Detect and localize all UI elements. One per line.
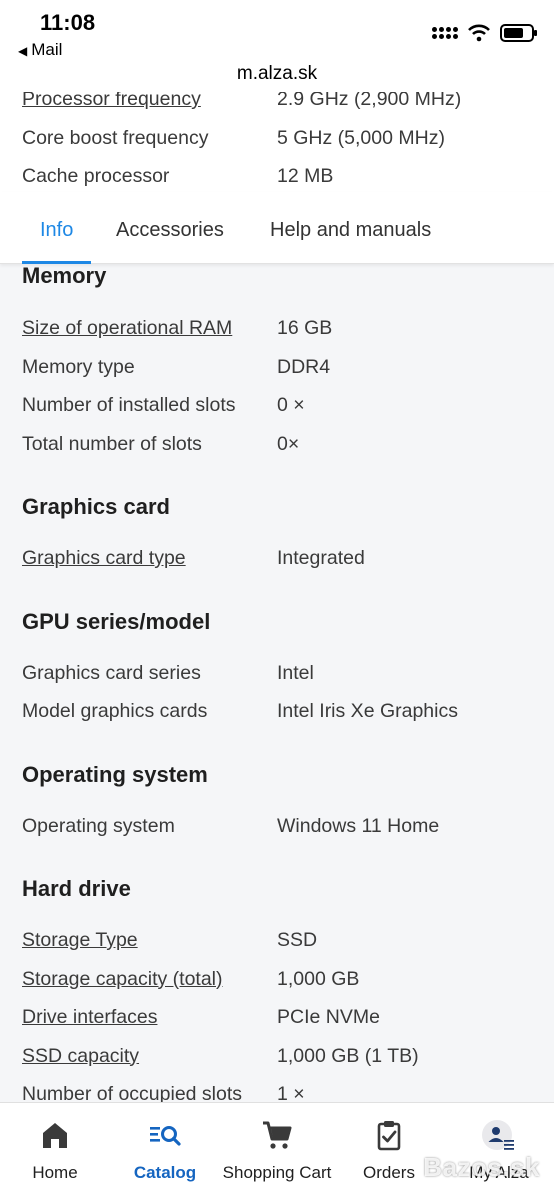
nav-catalog[interactable]: Catalog <box>110 1103 220 1200</box>
spec-value: PCIe NVMe <box>277 1006 380 1028</box>
battery-icon <box>500 24 537 42</box>
user-menu-icon <box>482 1120 514 1150</box>
nav-label: Catalog <box>133 1163 197 1182</box>
spec-value: 5 GHz (5,000 MHz) <box>277 126 445 149</box>
section-title-operating-system: Operating system <box>22 761 208 787</box>
section-title-gpu-series: GPU series/model <box>22 608 211 634</box>
signal-icon <box>432 27 458 39</box>
spec-value: Intel <box>277 661 314 684</box>
section-title-hard-drive: Hard drive <box>22 876 131 901</box>
catalog-search-icon <box>150 1126 181 1146</box>
spec-row: Total number of slots 0× <box>0 425 554 464</box>
spec-label-link[interactable]: Processor frequency <box>22 92 201 119</box>
spec-label-link[interactable]: Storage capacity (total) <box>22 960 223 999</box>
spec-label: Memory type <box>22 355 135 378</box>
spec-label: Total number of slots <box>22 432 202 455</box>
tab-info[interactable]: Info <box>21 192 92 264</box>
status-bar: 11:08 ◀ Mail m.alza.sk <box>0 0 554 92</box>
spec-label-link[interactable]: SSD capacity <box>22 1037 139 1076</box>
nav-label: Home <box>32 1163 78 1182</box>
spec-row: Number of occupied slots 1 × <box>0 1075 554 1102</box>
spec-row: Core boost frequency 5 GHz (5,000 MHz) <box>0 119 554 158</box>
system-icons <box>432 24 537 42</box>
spec-row: Storage capacity (total) 1,000 GB <box>0 960 554 999</box>
spec-value: 2.9 GHz (2,900 MHz) <box>277 92 462 110</box>
spec-value: Windows 11 Home <box>277 814 440 837</box>
product-specs-content[interactable]: Processor frequency 2.9 GHz (2,900 MHz) … <box>0 92 554 1102</box>
back-triangle-icon: ◀ <box>18 44 28 58</box>
spec-label-link[interactable]: Storage Type <box>22 921 138 960</box>
clock: 11:08 <box>40 10 96 35</box>
spec-row: Size of operational RAM 16 GB <box>0 309 554 348</box>
spec-label-link[interactable]: Drive interfaces <box>22 998 157 1037</box>
spec-row: Graphics card type Integrated <box>0 539 554 578</box>
spec-label: Operating system <box>22 814 175 837</box>
spec-label: Number of installed slots <box>22 394 236 416</box>
spec-row: SSD capacity 1,000 GB (1 TB) <box>0 1037 554 1076</box>
spec-label: Model graphics cards <box>22 700 208 722</box>
cart-icon <box>263 1121 292 1149</box>
spec-label: Graphics card series <box>22 661 201 684</box>
nav-home[interactable]: Home <box>0 1103 110 1200</box>
spec-value: 1,000 GB <box>277 967 360 990</box>
spec-value: 12 MB <box>277 165 334 187</box>
address-url[interactable]: m.alza.sk <box>0 63 554 85</box>
back-to-mail-link[interactable]: ◀ Mail <box>18 40 62 60</box>
processor-spec-rows: Processor frequency 2.9 GHz (2,900 MHz) … <box>0 92 554 196</box>
spec-row: Operating system Windows 11 Home <box>0 807 554 846</box>
spec-row: Graphics card series Intel <box>0 654 554 693</box>
spec-label: Cache processor <box>22 165 170 187</box>
clipboard-check-icon <box>377 1121 401 1151</box>
spec-row: Number of installed slots 0 × <box>0 386 554 425</box>
spec-label-link[interactable]: Size of operational RAM <box>22 309 232 348</box>
product-tabs: Info Accessories Help and manuals <box>0 192 554 264</box>
spec-row: Storage Type SSD <box>0 921 554 960</box>
spec-row: Memory type DDR4 <box>0 348 554 387</box>
spec-value: Intel Iris Xe Graphics <box>277 700 458 722</box>
back-app-label: Mail <box>31 40 63 59</box>
tab-accessories[interactable]: Accessories <box>116 192 224 264</box>
spec-label: Number of occupied slots <box>22 1083 243 1102</box>
spec-row: Cache processor 12 MB <box>0 157 554 196</box>
spec-value: 16 GB <box>277 317 333 339</box>
section-title-memory: Memory <box>22 263 107 288</box>
spec-row: Drive interfaces PCIe NVMe <box>0 998 554 1037</box>
spec-label: Core boost frequency <box>22 126 209 149</box>
spec-label-link[interactable]: Graphics card type <box>22 539 186 578</box>
spec-value: Integrated <box>277 547 365 569</box>
spec-row: Model graphics cards Intel Iris Xe Graph… <box>0 692 554 731</box>
watermark: Bazos.sk <box>423 1152 540 1182</box>
spec-row: Processor frequency 2.9 GHz (2,900 MHz) <box>0 92 554 119</box>
nav-label: Shopping Cart <box>222 1163 332 1182</box>
spec-value: SSD <box>277 929 318 951</box>
wifi-icon <box>468 24 490 42</box>
spec-value: 0× <box>277 432 300 455</box>
section-title-graphics-card: Graphics card <box>22 494 170 519</box>
spec-sections: Memory Size of operational RAM 16 GB Mem… <box>0 263 554 1102</box>
spec-value: 0 × <box>277 394 305 416</box>
spec-value: 1,000 GB (1 TB) <box>277 1044 419 1067</box>
nav-shopping-cart[interactable]: Shopping Cart <box>220 1103 334 1200</box>
tab-help-and-manuals[interactable]: Help and manuals <box>270 192 431 264</box>
home-icon <box>43 1123 67 1148</box>
bottom-navigation: Home Catalog Shopping Cart Orders My Alz… <box>0 1102 554 1200</box>
spec-value: DDR4 <box>277 355 331 378</box>
spec-value: 1 × <box>277 1083 305 1102</box>
